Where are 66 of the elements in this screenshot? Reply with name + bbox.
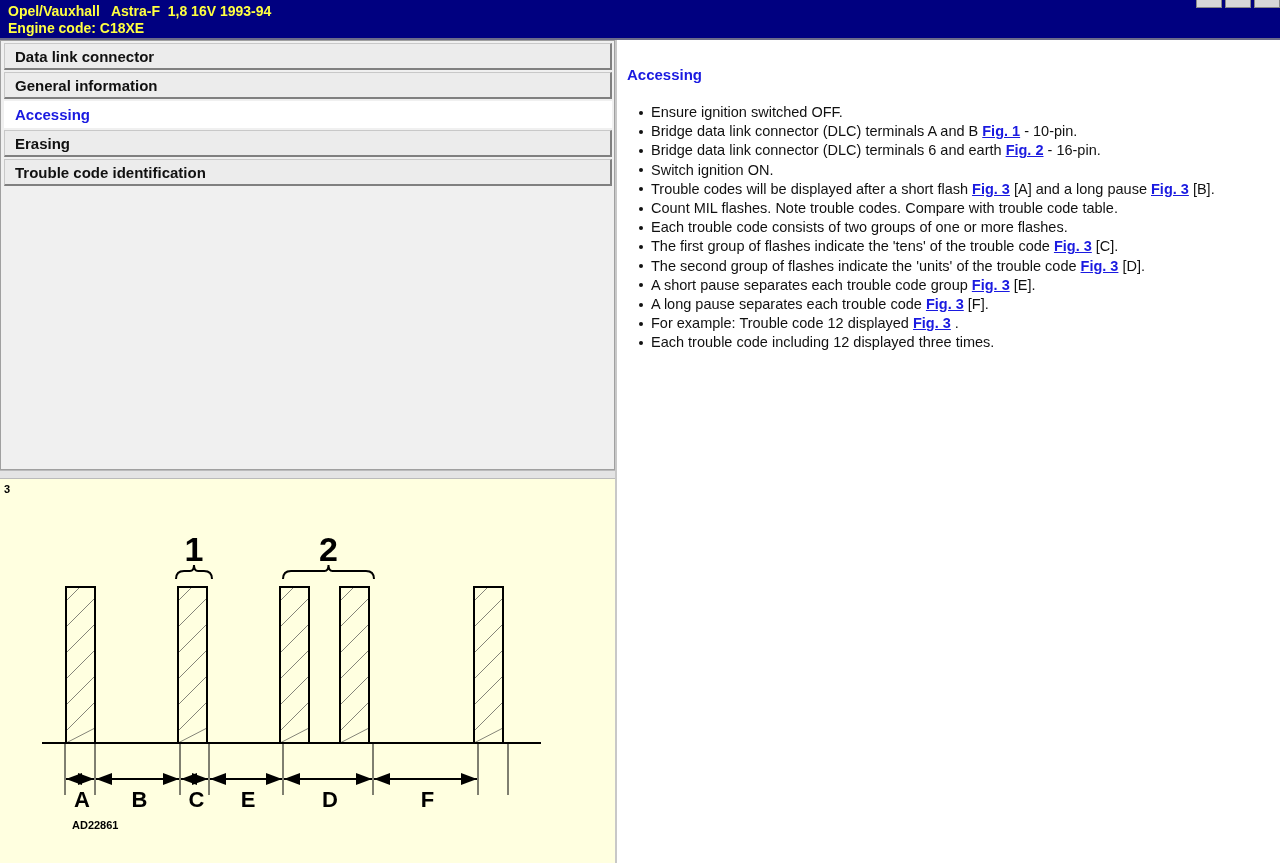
instruction-text: The second group of flashes indicate the 'units' of the trouble code Fig. 3 [D]. (651, 256, 1145, 276)
interval-label: A (74, 787, 90, 812)
group-label: 1 (184, 530, 204, 568)
figure-number: 3 (4, 483, 11, 495)
bullet-icon (639, 187, 643, 192)
instruction-text: Bridge data link connector (DLC) terminals A and B Fig. 1 - 10-pin. (651, 122, 1078, 142)
tick-line (282, 742, 284, 796)
figure-link[interactable]: Fig. 3 (1053, 238, 1092, 255)
menu-item[interactable]: General information (4, 72, 612, 99)
figure-link[interactable]: Fig. 2 (1005, 142, 1044, 159)
figure-code: AD22861 (72, 819, 119, 831)
bullet-icon (639, 302, 643, 307)
interval-label: C (188, 787, 205, 812)
toolbar-button[interactable] (1196, 0, 1222, 8)
interval-label: B (131, 787, 148, 812)
tick-line (64, 742, 66, 796)
interval-label: F (420, 787, 435, 812)
section-title: Accessing (627, 66, 704, 83)
bullet-icon (639, 149, 643, 153)
group-label: 2 (319, 530, 338, 568)
toolbar-button[interactable] (1225, 0, 1251, 8)
header-text: Engine code: C18XE (8, 20, 146, 37)
instruction-text: A short pause separates each trouble code group Fig. 3 [E]. (651, 275, 1036, 295)
splitter[interactable] (0, 470, 615, 479)
bullet-icon (639, 206, 643, 211)
tick-line (179, 742, 181, 796)
bullet-icon (639, 283, 643, 288)
bullet-icon (639, 129, 643, 134)
tick-line (507, 742, 509, 796)
tick-line (372, 742, 374, 796)
figure-link[interactable]: Fig. 3 (912, 315, 951, 332)
header-text: Opel/Vauxhall Astra-F 1,8 16V 1993-94 (8, 3, 272, 20)
figure-link[interactable]: Fig. 3 (1151, 180, 1189, 197)
figure-link[interactable]: Fig. 3 (1080, 257, 1119, 274)
figure-link[interactable]: Fig. 3 (971, 276, 1010, 293)
bullet-icon (639, 245, 643, 249)
bullet-icon (639, 341, 643, 346)
menu-item[interactable]: Erasing (4, 130, 612, 157)
interval-label: E (240, 787, 256, 812)
instruction-text: Switch ignition ON. (651, 160, 774, 180)
bullet-icon (639, 225, 643, 230)
tick-line (477, 742, 479, 796)
instruction-text: The first group of flashes indicate the 'tens' of the trouble code Fig. 3 [C]. (651, 237, 1119, 257)
figure-link[interactable]: Fig. 1 (982, 123, 1021, 140)
instruction-text: Bridge data link connector (DLC) terminals 6 and earth Fig. 2 - 16-pin. (651, 141, 1101, 161)
instruction-text: Count MIL flashes. Note trouble codes. Compare with trouble code table. (651, 199, 1118, 218)
menu-item[interactable]: Accessing (4, 101, 612, 128)
menu-item[interactable]: Trouble code identification (4, 159, 612, 186)
brace (175, 564, 213, 580)
tick-line (94, 742, 96, 796)
instruction-text: Trouble codes will be displayed after a short flash Fig. 3 [A] and a long pause Fig. 3 [B]. (651, 179, 1215, 199)
bullet-icon (639, 168, 643, 173)
tick-line (208, 742, 210, 796)
bullet-icon (639, 264, 643, 269)
figure-link[interactable]: Fig. 3 (925, 296, 964, 313)
instruction-text: Each trouble code consists of two groups of one or more flashes. (651, 218, 1068, 238)
bullet-icon (639, 110, 643, 115)
toolbar-button[interactable] (1254, 0, 1280, 8)
instruction-text: Each trouble code including 12 displayed three times. (651, 333, 995, 353)
bullet-icon (639, 321, 643, 326)
instruction-text: Ensure ignition switched OFF. (651, 103, 843, 122)
figure-link[interactable]: Fig. 3 (972, 180, 1010, 197)
instruction-text: For example: Trouble code 12 displayed Fig. 3 . (651, 314, 959, 334)
menu-item[interactable]: Data link connector (4, 43, 612, 70)
instruction-text: A long pause separates each trouble code Fig. 3 [F]. (651, 295, 989, 315)
interval-label: D (322, 787, 338, 812)
